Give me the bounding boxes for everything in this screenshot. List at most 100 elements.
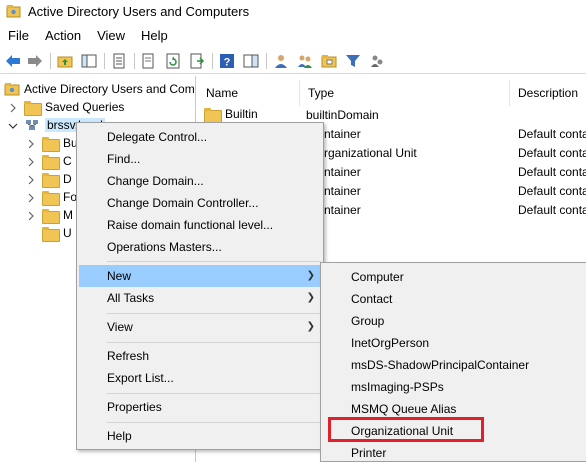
menu-item-refresh[interactable]: Refresh: [79, 345, 321, 367]
tree-item-child[interactable]: Fo: [26, 188, 77, 206]
chevron-down-icon[interactable]: [8, 120, 18, 130]
chevron-right-icon[interactable]: [26, 174, 36, 185]
tree-root[interactable]: Active Directory Users and Com: [4, 80, 195, 98]
list-item-type: builtinDomain: [306, 108, 379, 122]
menu-item-label: View: [107, 320, 133, 334]
folder-icon: [24, 100, 42, 116]
help-icon[interactable]: ?: [218, 52, 236, 70]
export-arrow-icon[interactable]: [188, 52, 206, 70]
ou-folder-icon: [42, 172, 60, 188]
tree-item-child[interactable]: D: [26, 170, 72, 188]
menu-bar: File Action View Help: [0, 26, 586, 46]
chevron-right-icon[interactable]: [26, 210, 36, 221]
folder-icon: [204, 107, 222, 123]
menu-item-change-domain[interactable]: Change Domain...: [79, 170, 321, 192]
title-bar: Active Directory Users and Computers: [0, 0, 586, 24]
menu-item-properties[interactable]: Properties: [79, 396, 321, 418]
list-item-description: Default conta: [518, 127, 586, 141]
tree-item-label: C: [63, 154, 72, 168]
ad-users-computers-icon: [6, 4, 21, 19]
chevron-right-icon: ❯: [306, 321, 315, 332]
tree-item-label: U: [63, 226, 72, 240]
chevron-right-icon[interactable]: [8, 102, 18, 113]
list-item-type: ntainer: [324, 165, 361, 179]
menu-action[interactable]: Action: [37, 26, 89, 46]
chevron-right-icon[interactable]: [26, 192, 36, 203]
menu-item-help[interactable]: Help: [79, 425, 321, 447]
menu-item-new[interactable]: New ❯: [79, 265, 321, 287]
submenu-item-inetorgperson[interactable]: InetOrgPerson: [323, 332, 586, 354]
context-menu: Delegate Control... Find... Change Domai…: [76, 122, 324, 450]
svg-text:?: ?: [224, 57, 231, 69]
new-user-icon[interactable]: [272, 52, 290, 70]
show-hide-console-tree-icon[interactable]: [80, 52, 98, 70]
menu-item-export-list[interactable]: Export List...: [79, 367, 321, 389]
properties-sheet-icon[interactable]: [110, 52, 128, 70]
forward-arrow-icon[interactable]: [26, 52, 44, 70]
refresh-icon[interactable]: [164, 52, 182, 70]
chevron-right-icon: ❯: [306, 292, 315, 303]
list-item-type: ntainer: [324, 184, 361, 198]
list-item-type: ntainer: [324, 203, 361, 217]
menu-separator: [107, 422, 321, 423]
submenu-item-printer[interactable]: Printer: [323, 442, 586, 462]
column-header-description[interactable]: Description: [510, 80, 586, 106]
toolbar: ?: [0, 48, 586, 74]
filter-icon[interactable]: [344, 52, 362, 70]
tree-item-child[interactable]: C: [26, 152, 72, 170]
chevron-right-icon[interactable]: [26, 138, 36, 149]
menu-separator: [107, 313, 321, 314]
tree-item-label: D: [63, 172, 72, 186]
new-ou-icon[interactable]: [320, 52, 338, 70]
folder-icon: [42, 136, 60, 152]
menu-item-all-tasks[interactable]: All Tasks ❯: [79, 287, 321, 309]
list-item-description: Default conta: [518, 184, 586, 198]
menu-item-delegate-control[interactable]: Delegate Control...: [79, 126, 321, 148]
folder-icon: [42, 154, 60, 170]
action-pane-icon[interactable]: [242, 52, 260, 70]
menu-item-raise-functional-level[interactable]: Raise domain functional level...: [79, 214, 321, 236]
list-item-name: Builtin: [225, 107, 258, 121]
tree-item-label: M: [63, 208, 73, 222]
list-item[interactable]: Builtin: [204, 107, 258, 123]
menu-item-view[interactable]: View ❯: [79, 316, 321, 338]
menu-item-change-domain-controller[interactable]: Change Domain Controller...: [79, 192, 321, 214]
column-header-type[interactable]: Type: [300, 80, 510, 106]
new-group-icon[interactable]: [296, 52, 314, 70]
tree-item-child[interactable]: M: [26, 206, 73, 224]
add-to-group-icon[interactable]: [368, 52, 386, 70]
back-arrow-icon[interactable]: [4, 52, 22, 70]
tree-root-label: Active Directory Users and Com: [24, 82, 195, 96]
menu-view[interactable]: View: [89, 26, 133, 46]
window-title: Active Directory Users and Computers: [28, 4, 250, 19]
menu-separator: [107, 261, 321, 262]
menu-item-label: New: [107, 269, 132, 283]
tree-item-saved-queries[interactable]: Saved Queries: [8, 98, 124, 116]
menu-item-operations-masters[interactable]: Operations Masters...: [79, 236, 321, 258]
tree-item-label: Saved Queries: [45, 100, 125, 114]
ad-users-computers-icon: [4, 82, 20, 96]
submenu-item-shadow-principal-container[interactable]: msDS-ShadowPrincipalContainer: [323, 354, 586, 376]
menu-item-find[interactable]: Find...: [79, 148, 321, 170]
list-item-type: rganizational Unit: [324, 146, 417, 160]
menu-file[interactable]: File: [0, 26, 37, 46]
list-item-description: Default conta: [518, 146, 586, 160]
export-list-icon[interactable]: [140, 52, 158, 70]
folder-icon: [42, 208, 60, 224]
chevron-right-icon[interactable]: [26, 156, 36, 167]
menu-separator: [107, 342, 321, 343]
submenu-item-computer[interactable]: Computer: [323, 266, 586, 288]
folder-icon: [42, 190, 60, 206]
menu-help[interactable]: Help: [133, 26, 176, 46]
up-folder-icon[interactable]: [56, 52, 74, 70]
submenu-item-msimaging-psps[interactable]: msImaging-PSPs: [323, 376, 586, 398]
tree-item-child[interactable]: U: [42, 224, 72, 242]
submenu-item-group[interactable]: Group: [323, 310, 586, 332]
tree-item-child[interactable]: Bu: [26, 134, 78, 152]
column-header-name[interactable]: Name: [198, 80, 300, 106]
chevron-right-icon: ❯: [306, 270, 315, 281]
folder-icon: [42, 226, 60, 242]
list-item-description: Default conta: [518, 203, 586, 217]
annotation-callout-box: [328, 417, 484, 442]
submenu-item-contact[interactable]: Contact: [323, 288, 586, 310]
